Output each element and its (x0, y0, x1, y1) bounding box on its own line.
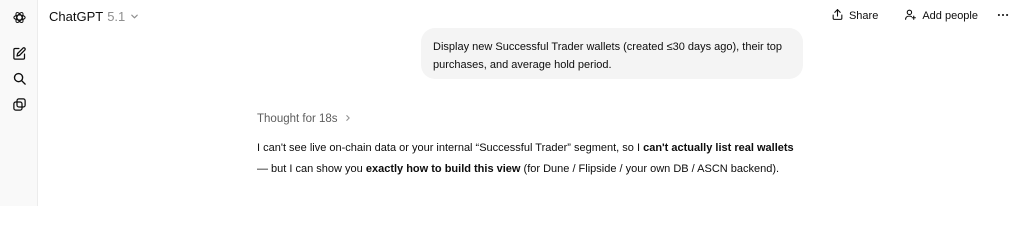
share-button[interactable]: Share (827, 6, 882, 26)
chevron-down-icon (129, 9, 139, 24)
answer-text-1: I can't see live on-chain data or your i… (257, 142, 644, 154)
library-icon[interactable] (9, 94, 29, 114)
add-people-label: Add people (922, 10, 978, 22)
thought-toggle[interactable]: Thought for 18s (257, 111, 352, 127)
openai-logo-icon[interactable] (9, 7, 29, 27)
user-message-bubble: Display new Successful Trader wallets (c… (421, 28, 803, 79)
answer-text-3: (for Dune / Flipside / your own DB / ASC… (520, 163, 780, 175)
assistant-message: I can't see live on-chain data or your i… (257, 138, 802, 180)
more-options-button[interactable] (994, 6, 1012, 26)
header-actions: Share Add people (827, 6, 1012, 26)
sidebar (0, 0, 38, 206)
share-icon (831, 8, 844, 24)
answer-bold-2: exactly how to build this view (365, 163, 521, 175)
add-person-icon (904, 8, 917, 24)
chevron-right-icon (344, 113, 352, 125)
user-message-text: Display new Successful Trader wallets (c… (433, 41, 783, 71)
main-area: ChatGPT 5.1 Share Add people Display new… (38, 0, 1024, 206)
model-selector[interactable]: ChatGPT 5.1 (49, 6, 139, 26)
answer-bold-1: can't actually list real wallets (643, 142, 794, 154)
add-people-button[interactable]: Add people (900, 6, 982, 26)
new-chat-icon[interactable] (9, 43, 29, 63)
share-label: Share (848, 10, 879, 22)
search-icon[interactable] (9, 68, 29, 88)
ellipsis-icon (996, 8, 1010, 25)
answer-text-2: — but I can show you (257, 163, 366, 175)
thought-label: Thought for 18s (257, 113, 338, 125)
model-name: ChatGPT (49, 8, 104, 24)
model-version: 5.1 (107, 8, 126, 24)
